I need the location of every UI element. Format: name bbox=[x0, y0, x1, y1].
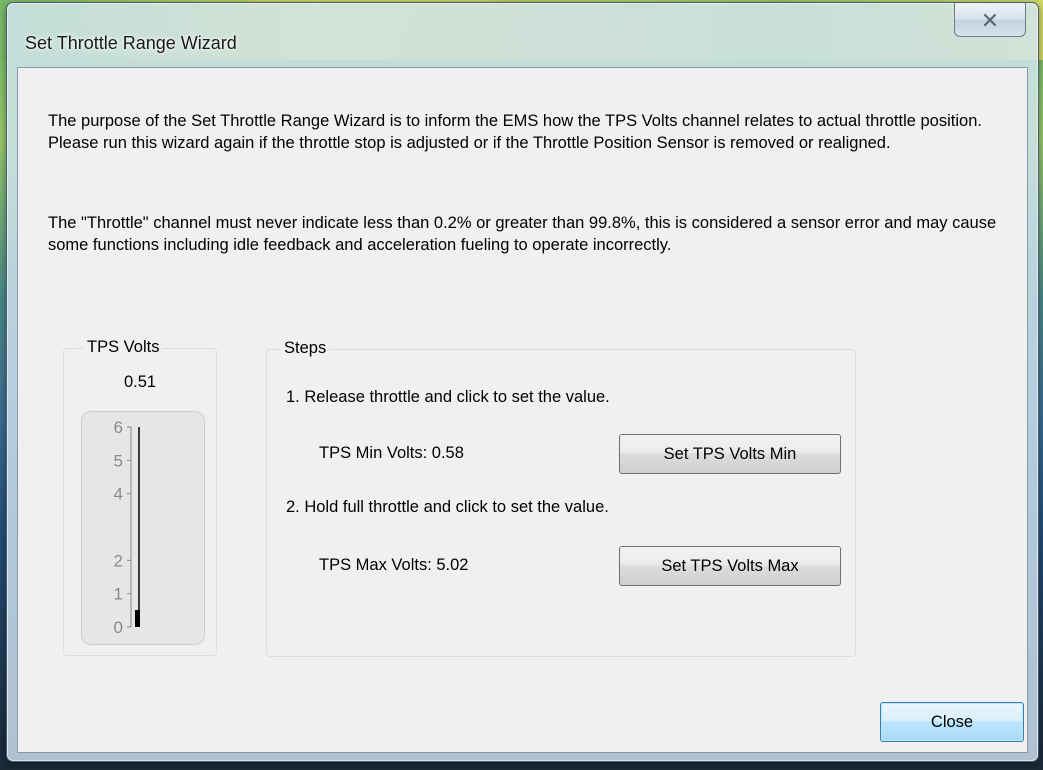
tps-volts-group-label: TPS Volts bbox=[84, 338, 163, 357]
title-bar[interactable]: Set Throttle Range Wizard bbox=[7, 3, 1038, 67]
tps-volts-group: TPS Volts 0.51 6 5 4 2 1 0 bbox=[63, 338, 217, 656]
window-close-button[interactable] bbox=[954, 3, 1026, 37]
steps-group: Steps 1. Release throttle and click to s… bbox=[266, 339, 856, 657]
tps-max-volts-label: TPS Max Volts: 5.02 bbox=[319, 556, 469, 574]
gauge-tick-label: 4 bbox=[114, 485, 123, 504]
tps-volts-readout: 0.51 bbox=[123, 373, 157, 391]
tps-min-volts-label: TPS Min Volts: 0.58 bbox=[319, 444, 464, 462]
close-icon bbox=[983, 13, 997, 26]
tps-volts-gauge: 6 5 4 2 1 0 bbox=[81, 411, 205, 645]
gauge-tick-label: 1 bbox=[114, 585, 123, 604]
gauge-tick-label: 0 bbox=[114, 618, 123, 637]
gauge-tick-label: 6 bbox=[114, 418, 123, 437]
step-2-instruction: 2. Hold full throttle and click to set t… bbox=[286, 498, 609, 516]
gauge-tick-label: 5 bbox=[114, 451, 123, 470]
intro-paragraph-2: The "Throttle" channel must never indica… bbox=[48, 214, 997, 254]
steps-group-label: Steps bbox=[281, 339, 330, 358]
window-title: Set Throttle Range Wizard bbox=[25, 33, 237, 53]
dialog-window: Set Throttle Range Wizard The purpose of… bbox=[6, 2, 1039, 762]
gauge-track bbox=[138, 427, 140, 627]
step-1-instruction: 1. Release throttle and click to set the… bbox=[286, 388, 610, 406]
gauge-tick-label: 2 bbox=[114, 551, 123, 570]
gauge-level-bar bbox=[135, 610, 140, 627]
set-tps-volts-min-button[interactable]: Set TPS Volts Min bbox=[619, 434, 841, 474]
intro-paragraph-1: The purpose of the Set Throttle Range Wi… bbox=[48, 112, 982, 152]
gauge-scale: 6 5 4 2 1 0 bbox=[114, 418, 140, 637]
close-button[interactable]: Close bbox=[880, 702, 1024, 742]
dialog-body: The purpose of the Set Throttle Range Wi… bbox=[17, 67, 1028, 753]
set-tps-volts-max-button[interactable]: Set TPS Volts Max bbox=[619, 546, 841, 586]
